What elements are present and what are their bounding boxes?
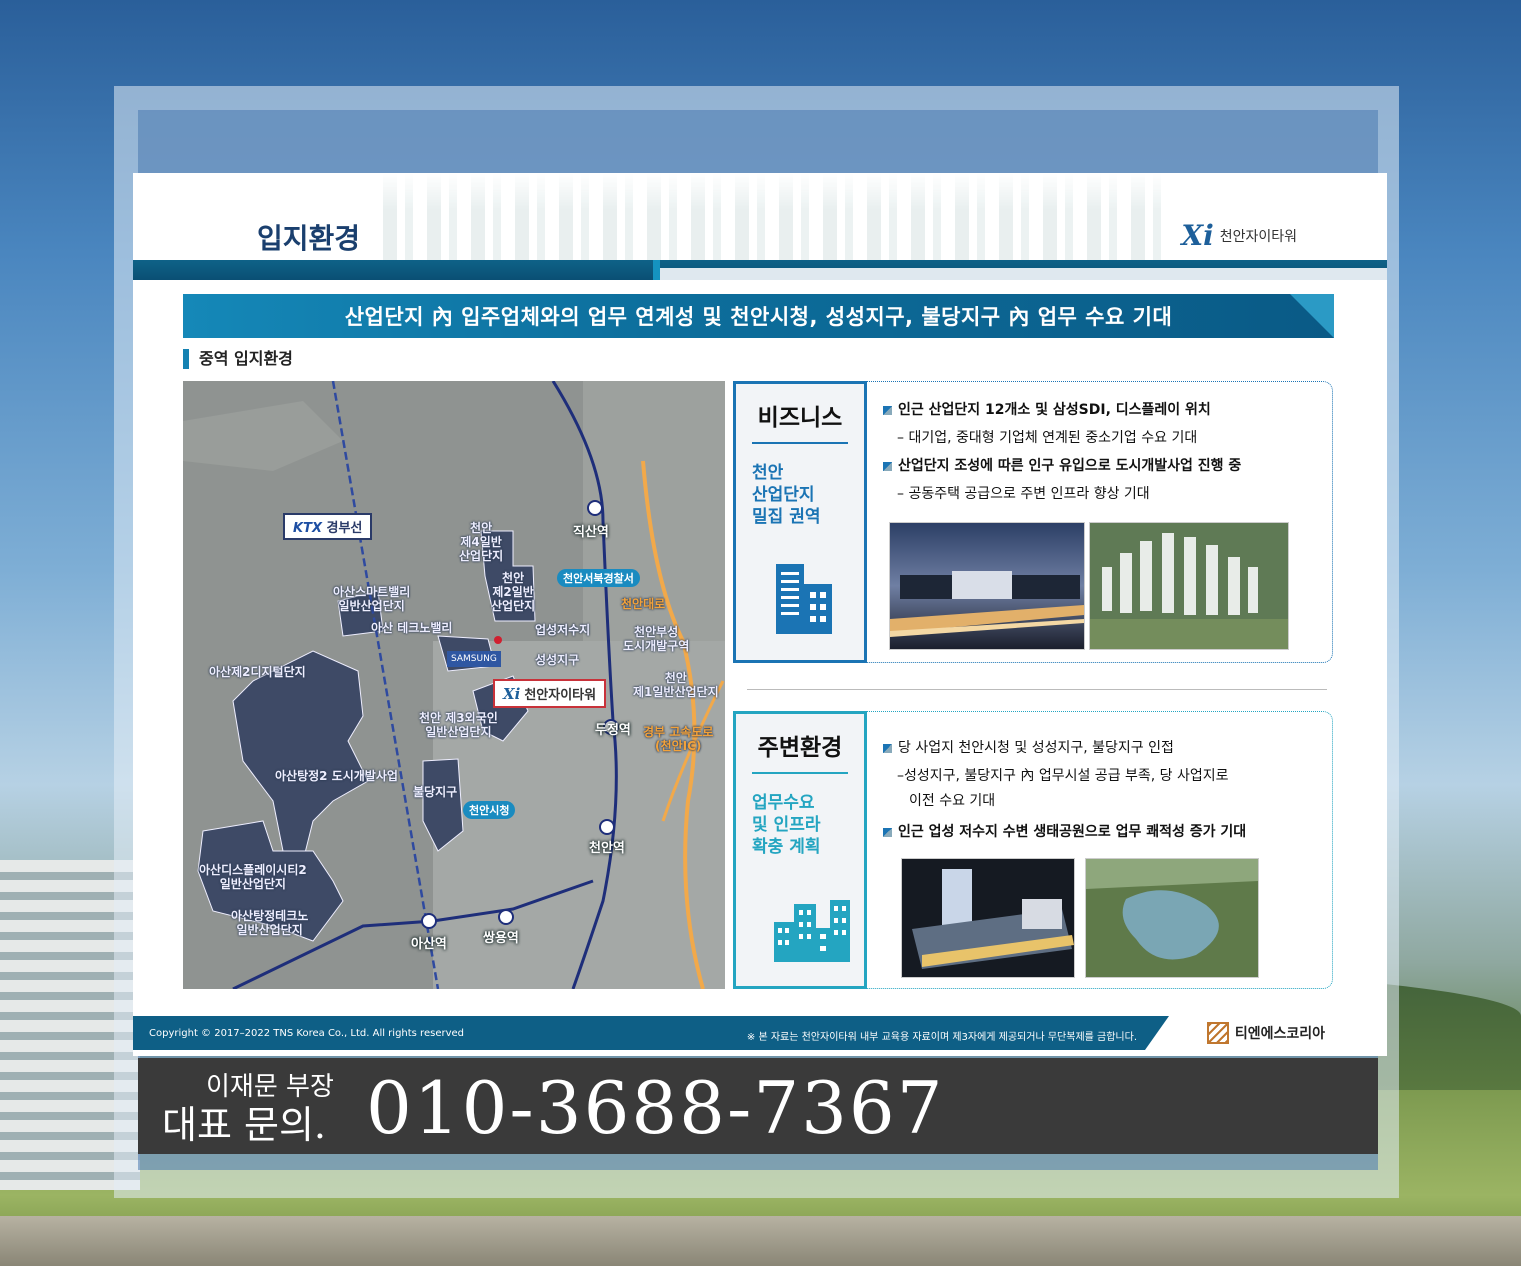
area-cheonan-2: 천안 제2일반 산업단지	[491, 571, 536, 613]
station-jiksan: 직산역	[573, 525, 609, 540]
area-asan-tangjeong-2: 아산탕정2 도시개발사업	[275, 769, 398, 783]
presentation-slide: 입지환경 Xi 천안자이타워 산업단지 內 입주업체와의 업무 연계성 및 천안…	[133, 173, 1387, 1056]
apartment-complex-render	[1089, 522, 1289, 650]
business-sub-1: – 대기업, 중대형 기업체 연계된 중소기업 수요 기대	[897, 430, 1198, 446]
area-asan-techno-valley: 아산 테크노밸리	[371, 621, 453, 635]
business-bullet-1: 인근 산업단지 12개소 및 삼성SDI, 디스플레이 위치	[883, 396, 1322, 424]
tns-brand: 티엔에스코리아	[1145, 1016, 1387, 1050]
environment-content: 당 사업지 천안시청 및 성성지구, 불당지구 인접 –성성지구, 불당지구 內…	[867, 711, 1333, 989]
business-sub-2: – 공동주택 공급으로 주변 인프라 향상 기대	[897, 486, 1150, 502]
contact-phone[interactable]: 010-3688-7367	[366, 1066, 945, 1150]
building-icon	[776, 564, 832, 634]
area-asan-smart-valley: 아산스마트밸리 일반산업단지	[333, 585, 411, 613]
site-callout-label: 천안자이타워	[524, 688, 597, 703]
station-asan: 아산역	[411, 937, 447, 952]
station-dujeong: 두정역	[595, 723, 631, 738]
environment-bullet-2: 인근 업성 저수지 수변 생태공원으로 업무 쾌적성 증가 기대	[883, 818, 1322, 846]
xi-logo-text: 천안자이타워	[1219, 228, 1297, 245]
business-panel: 비즈니스 천안 산업단지 밀집 권역 인근 산업단지 12개소 및 삼성SDI,…	[733, 381, 1333, 663]
skyline-watermark	[383, 173, 1163, 263]
panel-divider	[747, 689, 1327, 690]
samsung-label: SAMSUNG	[447, 651, 501, 667]
pill-police-station: 천안서북경찰서	[557, 569, 640, 587]
contact-label: 대표 문의.	[162, 1103, 326, 1147]
header-bar-light	[660, 268, 1387, 280]
environment-panel: 주변환경 업무수요 및 인프라 확충 계획 당 사업지 천안시청 및 성성지구,…	[733, 711, 1333, 989]
environment-bullet-1: 당 사업지 천안시청 및 성성지구, 불당지구 인접	[883, 734, 1322, 762]
area-asan-digital-2: 아산제2디지털단지	[209, 665, 306, 679]
header-bar-accent	[653, 260, 660, 280]
site-callout: Xi 천안자이타워	[493, 679, 607, 708]
station-cheonan: 천안역	[589, 841, 625, 856]
tns-brand-name: 티엔에스코리아	[1234, 1026, 1326, 1042]
business-heading: 비즈니스	[752, 398, 848, 444]
environment-heading: 주변환경	[752, 728, 848, 774]
business-content: 인근 산업단지 12개소 및 삼성SDI, 디스플레이 위치 – 대기업, 중대…	[867, 381, 1333, 663]
background-walkway	[0, 1216, 1521, 1266]
environment-tab: 주변환경 업무수요 및 인프라 확충 계획	[733, 711, 867, 989]
area-cheonan-3: 천안 제3외국인 일반산업단지	[419, 711, 498, 739]
site-pin-icon	[494, 636, 502, 644]
area-asan-display-city-2: 아산디스플레이시티2 일반산업단지	[199, 863, 307, 891]
area-bujseong: 천안부성 도시개발구역	[623, 625, 690, 653]
contact-bar: 이재문 부장 대표 문의. 010-3688-7367	[138, 1058, 1378, 1154]
site-callout-mark: Xi	[503, 684, 521, 703]
business-bullet-2: 산업단지 조성에 따른 인구 유입으로 도시개발사업 진행 중	[883, 452, 1322, 480]
ktx-label: KTX 경부선	[283, 513, 373, 540]
area-cheonan-4: 천안 제4일반 산업단지	[459, 521, 504, 563]
copyright-text: Copyright © 2017–2022 TNS Korea Co., Ltd…	[149, 1028, 464, 1039]
disclaimer-text: ※ 본 자료는 천안자이타워 내부 교육용 자료이며 제3자에게 제공되거나 무…	[746, 1032, 1137, 1043]
office-building-night-render	[901, 858, 1075, 978]
business-subheading: 천안 산업단지 밀집 권역	[752, 463, 821, 527]
environment-subheading: 업무수요 및 인프라 확충 계획	[752, 793, 821, 857]
road-cheonan-daero: 천안대로	[621, 597, 666, 611]
location-map: KTX 경부선 천안 제4일반 산업단지 천안 제2일반 산업단지 아산스마트밸…	[183, 381, 725, 989]
area-upseong-reservoir: 업성저수지	[535, 623, 591, 637]
section-label: 중역 입지환경	[183, 349, 293, 369]
city-buildings-icon	[774, 900, 850, 962]
page-title: 입지환경	[257, 222, 361, 255]
business-tab: 비즈니스 천안 산업단지 밀집 권역	[733, 381, 867, 663]
environment-bullets: 당 사업지 천안시청 및 성성지구, 불당지구 인접 –성성지구, 불당지구 內…	[883, 734, 1322, 846]
area-asan-tangjeong-techno: 아산탕정테크노 일반산업단지	[231, 909, 309, 937]
industrial-night-photo	[889, 522, 1085, 650]
tns-logo-icon	[1206, 1022, 1229, 1044]
road-gyeongbu-expressway: 경부 고속도로 (천안IC)	[643, 725, 714, 753]
xi-logo-mark: Xi	[1181, 219, 1214, 252]
area-seongseong: 성성지구	[535, 653, 580, 667]
area-cheonan-1: 천안 제1일반산업단지	[633, 671, 719, 699]
environment-sub-1b: 이전 수요 기대	[909, 793, 996, 809]
pill-city-hall: 천안시청	[463, 801, 516, 819]
station-ssangyong: 쌍용역	[483, 931, 519, 946]
xi-logo: Xi 천안자이타워	[1181, 219, 1297, 252]
headline-banner: 산업단지 內 입주업체와의 업무 연계성 및 천안시청, 성성지구, 불당지구 …	[183, 294, 1334, 338]
area-buldang: 불당지구	[413, 785, 458, 799]
environment-sub-1: –성성지구, 불당지구 內 업무시설 공급 부족, 당 사업지로	[897, 768, 1229, 784]
slide-footer: Copyright © 2017–2022 TNS Korea Co., Ltd…	[133, 1016, 1387, 1050]
business-bullets: 인근 산업단지 12개소 및 삼성SDI, 디스플레이 위치 – 대기업, 중대…	[883, 396, 1322, 508]
lake-park-aerial-render	[1085, 858, 1259, 978]
